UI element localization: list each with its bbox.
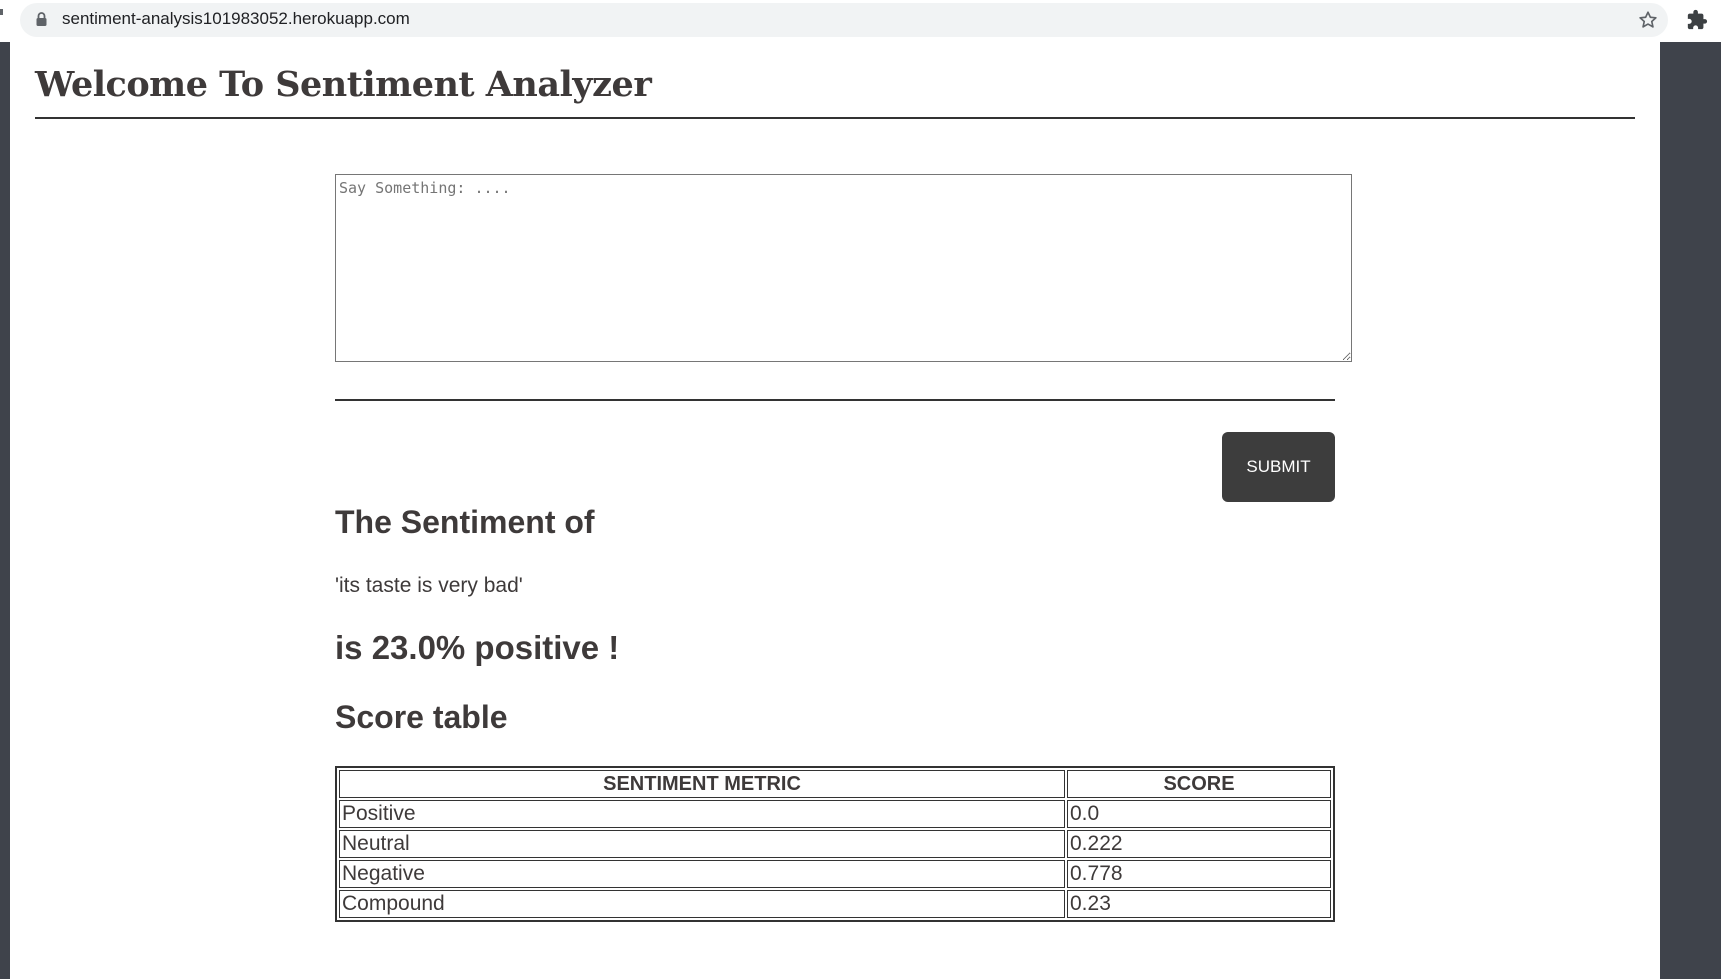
star-icon[interactable]: [1637, 9, 1659, 31]
page-content: Welcome To Sentiment Analyzer SUBMIT The…: [10, 42, 1660, 979]
table-row: Negative 0.778: [339, 860, 1331, 888]
metric-cell: Negative: [339, 860, 1065, 888]
table-row: Compound 0.23: [339, 890, 1331, 918]
sentiment-input[interactable]: [335, 174, 1352, 362]
column-header-metric: SENTIMENT METRIC: [339, 770, 1065, 798]
browser-toolbar: sentiment-analysis101983052.herokuapp.co…: [0, 0, 1721, 42]
url-text[interactable]: sentiment-analysis101983052.herokuapp.co…: [62, 8, 410, 30]
table-row: Positive 0.0: [339, 800, 1331, 828]
metric-cell: Positive: [339, 800, 1065, 828]
sentiment-of-heading: The Sentiment of: [335, 504, 595, 540]
score-cell: 0.23: [1067, 890, 1331, 918]
score-cell: 0.222: [1067, 830, 1331, 858]
window-edge-mark: [0, 9, 3, 15]
metric-cell: Compound: [339, 890, 1065, 918]
submit-button[interactable]: SUBMIT: [1222, 432, 1335, 502]
column-header-score: SCORE: [1067, 770, 1331, 798]
table-row: Neutral 0.222: [339, 830, 1331, 858]
score-table-heading: Score table: [335, 699, 508, 735]
lock-icon[interactable]: [36, 12, 47, 26]
positivity-result: is 23.0% positive !: [335, 629, 620, 666]
title-divider: [35, 117, 1635, 119]
score-table: SENTIMENT METRIC SCORE Positive 0.0 Neut…: [335, 766, 1335, 922]
score-cell: 0.0: [1067, 800, 1331, 828]
metric-cell: Neutral: [339, 830, 1065, 858]
extensions-icon[interactable]: [1686, 9, 1708, 31]
score-cell: 0.778: [1067, 860, 1331, 888]
page-title: Welcome To Sentiment Analyzer: [35, 64, 652, 105]
side-panel: [1660, 42, 1721, 979]
form-divider: [335, 399, 1335, 401]
analyzed-text: 'its taste is very bad': [335, 574, 523, 597]
table-header-row: SENTIMENT METRIC SCORE: [339, 770, 1331, 798]
